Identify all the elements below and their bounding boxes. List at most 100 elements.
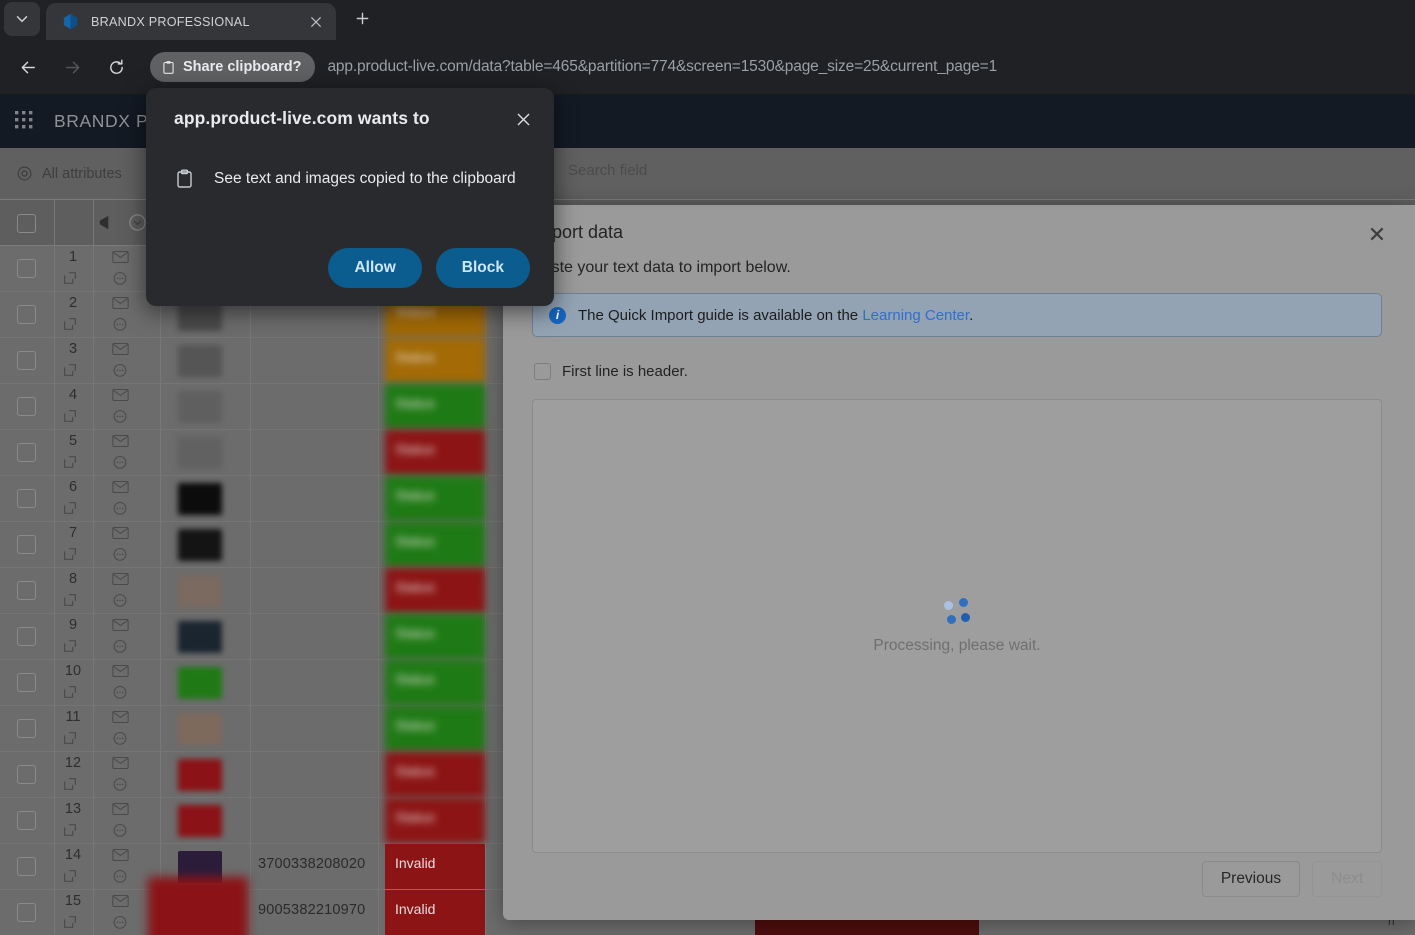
apps-grid-icon[interactable] xyxy=(14,110,36,132)
previous-button[interactable]: Previous xyxy=(1201,861,1301,897)
comment-icon[interactable] xyxy=(112,823,128,844)
row-checkbox[interactable] xyxy=(17,397,36,416)
email-icon[interactable] xyxy=(112,342,129,361)
browser-tab[interactable]: BRANDX PROFESSIONAL xyxy=(46,3,336,40)
first-line-header-checkbox[interactable] xyxy=(534,363,551,380)
product-thumbnail xyxy=(178,713,222,745)
open-detail-icon[interactable] xyxy=(62,638,78,659)
status-badge: Status xyxy=(385,568,485,613)
row-number: 13 xyxy=(64,801,82,817)
open-detail-icon[interactable] xyxy=(62,500,78,521)
back-button[interactable] xyxy=(11,50,45,84)
row-checkbox[interactable] xyxy=(17,443,36,462)
row-checkbox[interactable] xyxy=(17,719,36,738)
open-detail-icon[interactable] xyxy=(62,868,78,889)
row-checkbox[interactable] xyxy=(17,811,36,830)
row-checkbox[interactable] xyxy=(17,351,36,370)
reload-button[interactable] xyxy=(99,50,133,84)
open-detail-icon[interactable] xyxy=(62,408,78,429)
tab-search-button[interactable] xyxy=(4,2,40,36)
select-all-checkbox[interactable] xyxy=(17,214,36,233)
email-icon[interactable] xyxy=(112,756,129,775)
ean-value: 9005382210970 xyxy=(258,902,366,918)
comment-icon[interactable] xyxy=(112,915,128,935)
comment-icon[interactable] xyxy=(112,501,128,522)
row-checkbox[interactable] xyxy=(17,535,36,554)
row-checkbox[interactable] xyxy=(17,259,36,278)
comment-icon[interactable] xyxy=(112,409,128,430)
comment-icon[interactable] xyxy=(112,593,128,614)
open-detail-icon[interactable] xyxy=(62,730,78,751)
status-badge: Status xyxy=(385,614,485,659)
open-detail-icon[interactable] xyxy=(62,822,78,843)
comment-icon[interactable] xyxy=(112,363,128,384)
open-detail-icon[interactable] xyxy=(62,684,78,705)
email-icon[interactable] xyxy=(112,250,129,269)
status-badge: Status xyxy=(385,522,485,567)
paste-data-textarea[interactable]: Processing, please wait. xyxy=(532,399,1382,853)
comment-icon[interactable] xyxy=(112,777,128,798)
open-detail-icon[interactable] xyxy=(62,362,78,383)
row-checkbox[interactable] xyxy=(17,305,36,324)
comment-icon[interactable] xyxy=(112,317,128,338)
open-detail-icon[interactable] xyxy=(62,776,78,797)
email-icon[interactable] xyxy=(112,664,129,683)
first-line-header-row[interactable]: First line is header. xyxy=(534,363,688,380)
search-input[interactable]: Search field xyxy=(568,162,647,179)
url-text: app.product-live.com/data?table=465&part… xyxy=(327,58,998,75)
email-icon[interactable] xyxy=(112,572,129,591)
open-detail-icon[interactable] xyxy=(62,546,78,567)
comment-icon[interactable] xyxy=(112,271,128,292)
row-checkbox[interactable] xyxy=(17,489,36,508)
row-checkbox[interactable] xyxy=(17,581,36,600)
learning-center-link[interactable]: Learning Center xyxy=(862,307,969,324)
ean-value xyxy=(258,396,357,412)
status-badge: Invalid xyxy=(385,844,485,889)
new-tab-button[interactable] xyxy=(348,4,376,32)
row-checkbox[interactable] xyxy=(17,903,36,922)
permission-dialog-title: app.product-live.com wants to xyxy=(174,108,430,128)
comment-icon[interactable] xyxy=(112,869,128,890)
comment-icon[interactable] xyxy=(112,455,128,476)
open-detail-icon[interactable] xyxy=(62,592,78,613)
email-icon[interactable] xyxy=(112,618,129,637)
import-data-modal: ✕ Import data Paste your text data to im… xyxy=(503,205,1415,920)
close-icon[interactable] xyxy=(306,12,326,32)
status-badge: Status xyxy=(385,476,485,521)
open-detail-icon[interactable] xyxy=(62,316,78,337)
row-checkbox[interactable] xyxy=(17,857,36,876)
address-bar[interactable]: Share clipboard? app.product-live.com/da… xyxy=(150,52,997,82)
row-checkbox[interactable] xyxy=(17,673,36,692)
block-button[interactable]: Block xyxy=(435,248,530,288)
open-detail-icon[interactable] xyxy=(62,914,78,935)
email-icon[interactable] xyxy=(112,434,129,453)
email-icon[interactable] xyxy=(112,296,129,315)
allow-button[interactable]: Allow xyxy=(328,248,422,288)
email-icon[interactable] xyxy=(112,526,129,545)
chevron-down-circle-icon[interactable] xyxy=(128,213,147,237)
row-number: 12 xyxy=(64,755,82,771)
comment-icon[interactable] xyxy=(112,639,128,660)
email-icon[interactable] xyxy=(112,388,129,407)
email-icon[interactable] xyxy=(112,848,129,867)
row-checkbox[interactable] xyxy=(17,765,36,784)
ean-value xyxy=(258,672,357,688)
comment-icon[interactable] xyxy=(112,547,128,568)
all-attributes-button[interactable]: All attributes xyxy=(16,165,122,182)
email-icon[interactable] xyxy=(112,480,129,499)
email-icon[interactable] xyxy=(112,894,129,913)
product-thumbnail xyxy=(178,529,222,561)
open-detail-icon[interactable] xyxy=(62,454,78,475)
modal-close-icon[interactable]: ✕ xyxy=(1365,223,1389,247)
product-thumbnail xyxy=(178,483,222,515)
megaphone-icon[interactable] xyxy=(95,213,114,237)
comment-icon[interactable] xyxy=(112,685,128,706)
share-clipboard-chip[interactable]: Share clipboard? xyxy=(150,52,316,82)
open-detail-icon[interactable] xyxy=(62,270,78,291)
email-icon[interactable] xyxy=(112,802,129,821)
comment-icon[interactable] xyxy=(112,731,128,752)
permission-close-icon[interactable] xyxy=(510,106,536,132)
row-checkbox[interactable] xyxy=(17,627,36,646)
email-icon[interactable] xyxy=(112,710,129,729)
ean-value xyxy=(258,626,357,642)
